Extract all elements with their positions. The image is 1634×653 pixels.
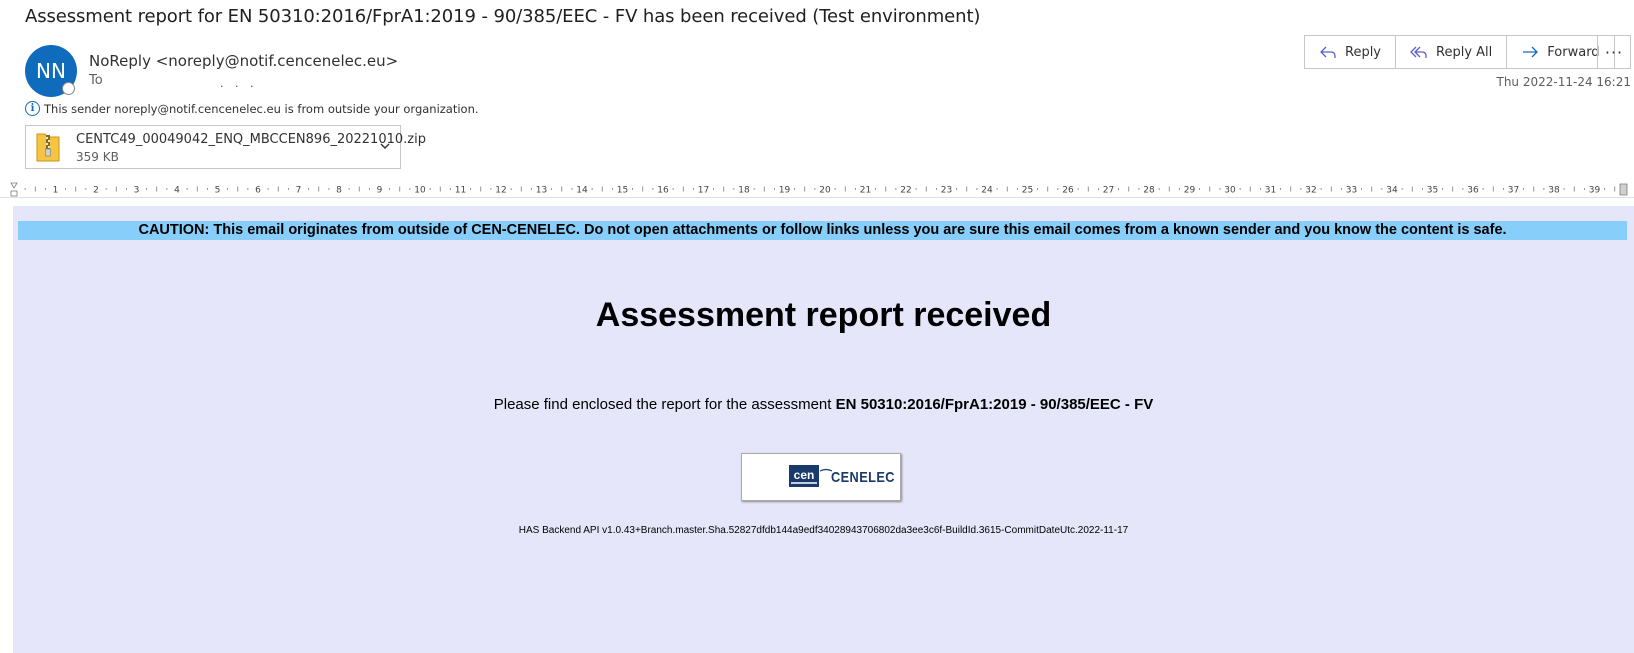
intro-paragraph: Please find enclosed the report for the …	[13, 396, 1634, 413]
reply-all-button[interactable]: Reply All	[1396, 36, 1508, 68]
ruler-label: 13	[536, 186, 547, 196]
sender-name[interactable]: NoReply <noreply@notif.cencenelec.eu>	[89, 52, 398, 70]
ruler-label: 6	[255, 186, 261, 196]
to-label: To	[89, 73, 103, 88]
outside-sender-text: This sender noreply@notif.cencenelec.eu …	[44, 101, 479, 116]
ruler-label: 28	[1143, 186, 1155, 196]
ruler-label: 3	[134, 186, 140, 196]
attachment-card[interactable]: CENTC49_00049042_ENQ_MBCCEN896_20221010.…	[25, 125, 426, 169]
ruler-label: 37	[1508, 186, 1519, 196]
intro-text: Please find enclosed the report for the …	[493, 396, 836, 413]
indent-marker-icon	[10, 182, 18, 197]
ruler-label: 29	[1184, 186, 1196, 196]
ruler-label: 26	[1062, 186, 1074, 196]
message-subject: Assessment report for EN 50310:2016/FprA…	[25, 6, 981, 27]
page-title: Assessment report received	[595, 296, 1052, 334]
ruler-label: 35	[1427, 186, 1438, 196]
ruler-label: 33	[1346, 186, 1357, 196]
to-recipients-redacted: · · ·	[220, 80, 258, 93]
presence-status-icon	[62, 82, 75, 95]
ruler-label: 17	[698, 186, 709, 196]
ruler-ticks: 1 2 3 4 5 6 7 8 9 10 11 12 13 14 15 16 17 18 19 20 21 22 23 24 2…	[10, 182, 1628, 197]
right-margin-marker-icon	[1619, 183, 1628, 196]
more-actions-button[interactable]: ···	[1597, 35, 1631, 69]
ruler-label: 2	[93, 186, 99, 196]
ruler-label: 18	[738, 186, 750, 196]
ruler-label: 9	[377, 186, 383, 196]
message-date: Thu 2022-11-24 16:21	[1496, 75, 1632, 89]
ruler-label: 10	[414, 186, 426, 196]
cen-mark-text: cen	[794, 468, 815, 482]
chevron-down-icon[interactable]	[377, 138, 393, 154]
attachment-size: 359 KB	[76, 150, 119, 164]
info-icon: i	[25, 101, 40, 116]
ruler-label: 38	[1548, 186, 1560, 196]
ruler-label: 7	[296, 186, 302, 196]
ruler-label: 22	[900, 186, 911, 196]
ruler-label: 39	[1589, 186, 1601, 196]
reply-all-icon	[1410, 46, 1427, 58]
ruler-label: 12	[495, 186, 506, 196]
avatar-initials: NN	[36, 59, 66, 83]
ruler-label: 25	[1022, 186, 1033, 196]
ruler-label: 32	[1305, 186, 1316, 196]
ruler-label: 31	[1265, 186, 1276, 196]
ruler-label: 16	[657, 186, 669, 196]
ruler-label: 23	[941, 186, 952, 196]
ruler-label: 30	[1224, 186, 1236, 196]
ruler-label: 27	[1103, 186, 1114, 196]
ruler-label: 5	[215, 186, 221, 196]
ruler-label: 4	[174, 186, 180, 196]
forward-label: Forward	[1547, 44, 1600, 60]
more-icon: ···	[1604, 42, 1624, 62]
ruler-label: 21	[860, 186, 871, 196]
cenelec-wordmark: CENELEC	[831, 469, 895, 486]
reply-icon	[1320, 46, 1336, 58]
reply-button[interactable]: Reply	[1305, 36, 1397, 68]
reply-label: Reply	[1345, 44, 1382, 60]
forward-icon	[1523, 46, 1539, 58]
assessment-reference: EN 50310:2016/FprA1:2019 - 90/385/EEC - …	[835, 396, 1154, 413]
ruler-label: 36	[1467, 186, 1479, 196]
reply-all-label: Reply All	[1436, 44, 1493, 60]
ruler-label: 8	[336, 186, 342, 196]
message-actions-toolbar: Reply Reply All Forward	[1304, 35, 1615, 69]
ruler-label: 11	[455, 186, 466, 196]
ruler-label: 14	[576, 186, 588, 196]
ruler-label: 15	[617, 186, 628, 196]
caution-banner: CAUTION: This email originates from outs…	[18, 221, 1627, 240]
outside-sender-warning: i This sender noreply@notif.cencenelec.e…	[25, 101, 479, 116]
zip-folder-icon	[36, 133, 60, 162]
cen-cenelec-logo: cen CENELEC	[741, 453, 901, 501]
ruler-label: 1	[53, 186, 59, 196]
ruler-label: 19	[779, 186, 791, 196]
ruler-label: 34	[1386, 186, 1398, 196]
ruler-label: 20	[819, 186, 831, 196]
attachment-name: CENTC49_00049042_ENQ_MBCCEN896_20221010.…	[76, 132, 426, 147]
ruler-label: 24	[981, 186, 993, 196]
email-body: CAUTION: This email originates from outs…	[13, 206, 1634, 653]
ruler: 1 2 3 4 5 6 7 8 9 10 11 12 13 14 15 16 17 18 19 20 21 22 23 24 2…	[0, 180, 1634, 198]
build-info-footer: HAS Backend API v1.0.43+Branch.master.Sh…	[518, 525, 1129, 536]
